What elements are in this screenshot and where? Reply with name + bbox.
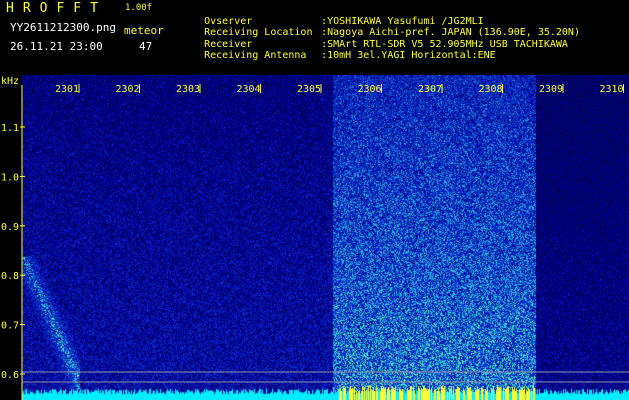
time-tick-label: 2303 — [176, 84, 200, 95]
y-tick-label: 0.9 — [1, 222, 19, 233]
time-tick-label: 2309 — [539, 84, 563, 95]
time-tick-label: 2305 — [297, 84, 321, 95]
header-panel: HROFFT 1.00f YY2611212300.png 26.11.21 2… — [0, 0, 629, 75]
time-tick-label: 2308 — [479, 84, 503, 95]
app-title: HROFFT — [6, 1, 107, 16]
info-row-antenna: Receiving Antenna :10mH 3el.YAGI Horizont… — [180, 41, 496, 71]
info-value: :10mH 3el.YAGI Horizontal:ENE — [321, 50, 496, 61]
meteor-label: meteor — [124, 24, 164, 37]
time-tick-label: 2307 — [418, 84, 442, 95]
y-unit-label: kHz — [1, 76, 19, 87]
time-tick-label: 2306 — [358, 84, 382, 95]
y-tick-label: 1.0 — [1, 172, 19, 183]
datetime-label: 26.11.21 23:00 — [10, 40, 103, 53]
meteor-count: 47 — [139, 40, 153, 53]
spectrogram-plot: kHz 1.1 1.0 0.9 0.8 0.7 0.6 2301 2302 2303 2304 2… — [0, 75, 629, 400]
version-label: 1.00f — [125, 3, 153, 13]
filename-label: YY2611212300.png — [10, 21, 116, 34]
time-tick-label: 2310 — [600, 84, 624, 95]
y-tick-label: 1.1 — [1, 123, 19, 134]
spectrogram-axes: kHz 1.1 1.0 0.9 0.8 0.7 0.6 2301 2302 2303 2304 2… — [1, 76, 629, 400]
time-tick-label: 2304 — [237, 84, 261, 95]
y-tick-label: 0.7 — [1, 321, 19, 332]
y-tick-label: 0.8 — [1, 271, 19, 282]
time-tick-label: 2302 — [116, 84, 140, 95]
info-label: Receiving Antenna — [204, 50, 307, 61]
time-tick-label: 2301 — [55, 84, 79, 95]
y-tick-label: 0.6 — [1, 370, 19, 381]
